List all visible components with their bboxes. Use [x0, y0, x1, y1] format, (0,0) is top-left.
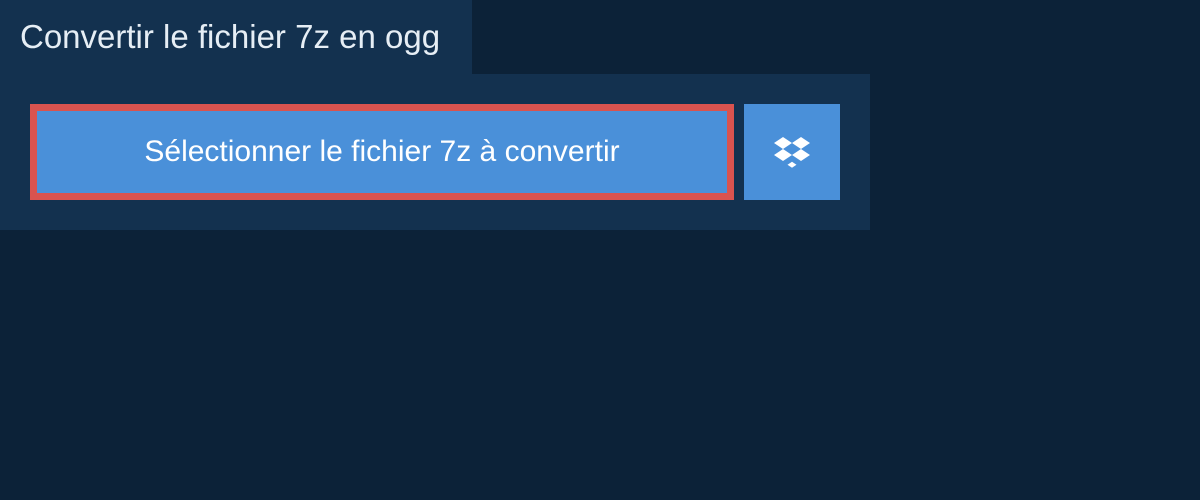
dropbox-button[interactable] [744, 104, 840, 200]
button-row: Sélectionner le fichier 7z à convertir [30, 104, 840, 200]
header-bar: Convertir le fichier 7z en ogg [0, 0, 472, 74]
main-panel: Sélectionner le fichier 7z à convertir [0, 74, 870, 230]
select-file-label: Sélectionner le fichier 7z à convertir [144, 135, 619, 169]
select-file-button[interactable]: Sélectionner le fichier 7z à convertir [30, 104, 734, 200]
page-title: Convertir le fichier 7z en ogg [20, 18, 440, 56]
dropbox-icon [774, 134, 810, 170]
